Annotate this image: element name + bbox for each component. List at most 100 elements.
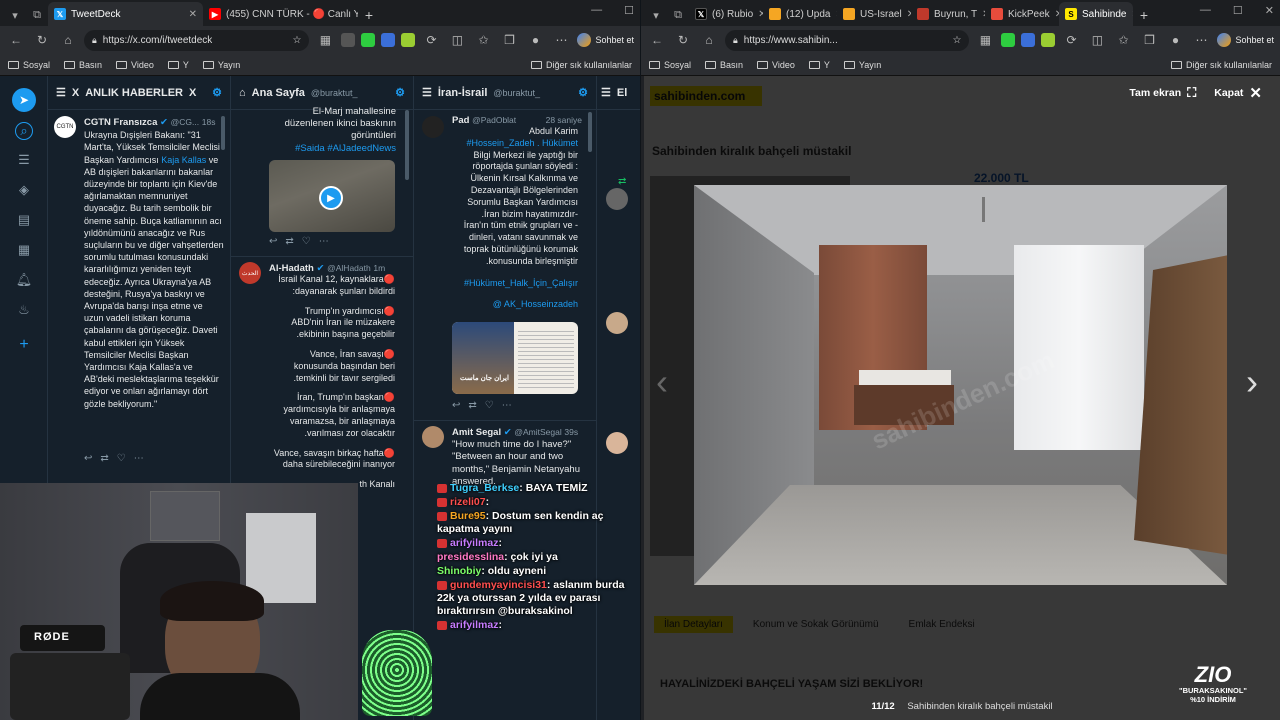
tweet-author[interactable]: CGTN Fransızca bbox=[84, 117, 157, 128]
extension-icon[interactable]: ▦ bbox=[315, 30, 335, 50]
tab-buyrun[interactable]: Buyrun, T ✕ bbox=[911, 2, 985, 26]
copilot-button[interactable]: Sohbet et bbox=[1217, 33, 1274, 47]
column-scrollbar[interactable] bbox=[221, 116, 225, 150]
minimize-icon[interactable]: — bbox=[1200, 4, 1211, 17]
home-icon[interactable]: ⌂ bbox=[699, 30, 719, 50]
tweet-mention[interactable]: Kaja Kallas bbox=[161, 155, 206, 165]
extension-icon[interactable] bbox=[401, 33, 416, 47]
favorites-icon[interactable]: ✩ bbox=[1113, 30, 1133, 50]
workspaces-icon[interactable]: ⧉ bbox=[26, 4, 48, 26]
fullscreen-button[interactable]: Tam ekran ⛶ bbox=[1129, 85, 1196, 101]
retweet-icon[interactable]: ⇄ bbox=[468, 400, 484, 411]
new-tab-button[interactable]: + bbox=[1133, 4, 1155, 26]
like-icon[interactable]: ♡ bbox=[117, 453, 134, 464]
bookmark-y[interactable]: Y bbox=[167, 60, 189, 70]
reply-icon[interactable]: ↩ bbox=[84, 453, 100, 464]
more-menu-icon[interactable]: ⋯ bbox=[551, 30, 571, 50]
tweetdeck-logo-icon[interactable]: ➤ bbox=[12, 88, 36, 112]
notifications-icon[interactable]: 🔔︎ bbox=[15, 272, 33, 290]
play-icon[interactable]: ▶ bbox=[319, 186, 343, 210]
profile-avatar-icon[interactable]: ● bbox=[525, 30, 545, 50]
close-button[interactable]: Kapat ✕ bbox=[1214, 84, 1262, 102]
like-icon[interactable]: ♡ bbox=[485, 400, 502, 411]
previous-photo-icon[interactable]: ‹ bbox=[656, 361, 668, 403]
tweet-video-thumbnail[interactable]: ▶ bbox=[269, 160, 395, 232]
tab-updates[interactable]: (12) Upda ✕ bbox=[763, 2, 837, 26]
tweet-author[interactable]: Pad bbox=[452, 115, 469, 126]
bookmark-sosyal[interactable]: Sosyal bbox=[649, 60, 691, 70]
bookmark-yayin[interactable]: Yayın bbox=[843, 60, 881, 70]
extension-icon[interactable] bbox=[361, 33, 376, 47]
split-screen-icon[interactable]: ◫ bbox=[1087, 30, 1107, 50]
address-bar[interactable]: 🔒︎ https://www.sahibin... ☆ bbox=[725, 29, 970, 51]
tab-actions-icon[interactable]: ▾ bbox=[4, 4, 26, 26]
listing-tab[interactable]: İlan Detayları bbox=[654, 616, 733, 633]
tweet-mention[interactable]: @ AK_Hosseinzadeh bbox=[452, 299, 578, 311]
avatar[interactable] bbox=[422, 426, 444, 448]
reply-icon[interactable]: ↩ bbox=[452, 400, 468, 411]
tab-kickpeek[interactable]: KickPeek ✕ bbox=[985, 2, 1059, 26]
tweet-author[interactable]: Amit Segal bbox=[452, 427, 501, 438]
extension-icon[interactable]: ▦ bbox=[975, 30, 995, 50]
bookmark-y[interactable]: Y bbox=[808, 60, 830, 70]
avatar[interactable] bbox=[422, 116, 444, 138]
bookmark-basin[interactable]: Basın bbox=[705, 60, 743, 70]
maximize-icon[interactable]: ☐ bbox=[624, 4, 634, 17]
back-icon[interactable]: ← bbox=[6, 30, 26, 50]
avatar[interactable] bbox=[606, 432, 628, 454]
profile-avatar-icon[interactable]: ● bbox=[1165, 30, 1185, 50]
bookmark-basin[interactable]: Basın bbox=[64, 60, 102, 70]
home-column-icon[interactable]: ☰ bbox=[15, 152, 33, 170]
retweet-icon[interactable]: ⇄ bbox=[285, 236, 301, 247]
new-tab-button[interactable]: + bbox=[358, 4, 380, 26]
bookmark-yayin[interactable]: Yayın bbox=[202, 60, 240, 70]
avatar[interactable] bbox=[606, 188, 628, 210]
column-scrollbar[interactable] bbox=[588, 112, 592, 152]
retweet-icon[interactable]: ⇄ bbox=[100, 453, 116, 464]
tweet[interactable]: El-Marj mahallesine düzenlenen ikinci ba… bbox=[271, 106, 396, 155]
collections-icon[interactable]: ❒ bbox=[1139, 30, 1159, 50]
home-icon[interactable]: ⌂ bbox=[58, 30, 78, 50]
refresh-extension-icon[interactable]: ⟳ bbox=[1061, 30, 1081, 50]
other-favorites[interactable]: Diğer sık kullanılanlar bbox=[530, 60, 632, 70]
translate-icon[interactable] bbox=[1021, 33, 1036, 47]
listing-tab[interactable]: Konum ve Sokak Görünümü bbox=[743, 616, 889, 633]
more-icon[interactable]: ⋯ bbox=[134, 453, 152, 464]
more-menu-icon[interactable]: ⋯ bbox=[1191, 30, 1211, 50]
translate-icon[interactable] bbox=[381, 33, 396, 47]
listing-tab[interactable]: Emlak Endeksi bbox=[899, 616, 985, 633]
bookmark-video[interactable]: Video bbox=[757, 60, 795, 70]
messages-icon[interactable]: ▦ bbox=[15, 242, 33, 260]
favorite-star-icon[interactable]: ☆ bbox=[953, 35, 962, 46]
tweet-author[interactable]: Al-Hadath bbox=[269, 263, 314, 274]
close-window-icon[interactable]: ✕ bbox=[1265, 4, 1274, 17]
bookmark-video[interactable]: Video bbox=[116, 60, 154, 70]
next-photo-icon[interactable]: › bbox=[1246, 361, 1258, 403]
avatar[interactable] bbox=[606, 312, 628, 334]
like-icon[interactable]: ♡ bbox=[302, 236, 319, 247]
address-bar[interactable]: 🔒︎ https://x.com/i/tweetdeck ☆ bbox=[84, 29, 310, 51]
tweet-image[interactable]: ایران جان ماست bbox=[452, 322, 578, 394]
column-filter-icon[interactable]: ⚙ bbox=[395, 86, 405, 99]
trending-icon[interactable]: ♨ bbox=[15, 302, 33, 320]
workspaces-icon[interactable]: ⧉ bbox=[667, 4, 689, 26]
refresh-icon[interactable]: ↻ bbox=[32, 30, 52, 50]
bookmark-sosyal[interactable]: Sosyal bbox=[8, 60, 50, 70]
copilot-button[interactable]: Sohbet et bbox=[577, 33, 634, 47]
tweet-hashtags[interactable]: #Saida #AlJadeedNews bbox=[271, 143, 396, 155]
explore-icon[interactable]: ◈ bbox=[15, 182, 33, 200]
maximize-icon[interactable]: ☐ bbox=[1233, 4, 1243, 17]
tweet[interactable]: CGTN Fransızca ✔ @CG... 18s Ukrayna Dışi… bbox=[84, 116, 224, 410]
more-icon[interactable]: ⋯ bbox=[319, 236, 337, 247]
close-tab-icon[interactable]: ✕ bbox=[189, 9, 197, 20]
column-filter-icon[interactable]: ⚙ bbox=[212, 86, 222, 99]
add-column-icon[interactable]: + bbox=[15, 336, 33, 354]
favorites-icon[interactable]: ✩ bbox=[473, 30, 493, 50]
split-screen-icon[interactable]: ◫ bbox=[447, 30, 467, 50]
avatar[interactable]: CGTN bbox=[54, 116, 76, 138]
minimize-icon[interactable]: — bbox=[591, 4, 602, 17]
column-filter-icon[interactable]: ⚙ bbox=[578, 86, 588, 99]
extension-icon[interactable] bbox=[1001, 33, 1016, 47]
tab-actions-icon[interactable]: ▾ bbox=[645, 4, 667, 26]
reply-icon[interactable]: ↩ bbox=[269, 236, 285, 247]
